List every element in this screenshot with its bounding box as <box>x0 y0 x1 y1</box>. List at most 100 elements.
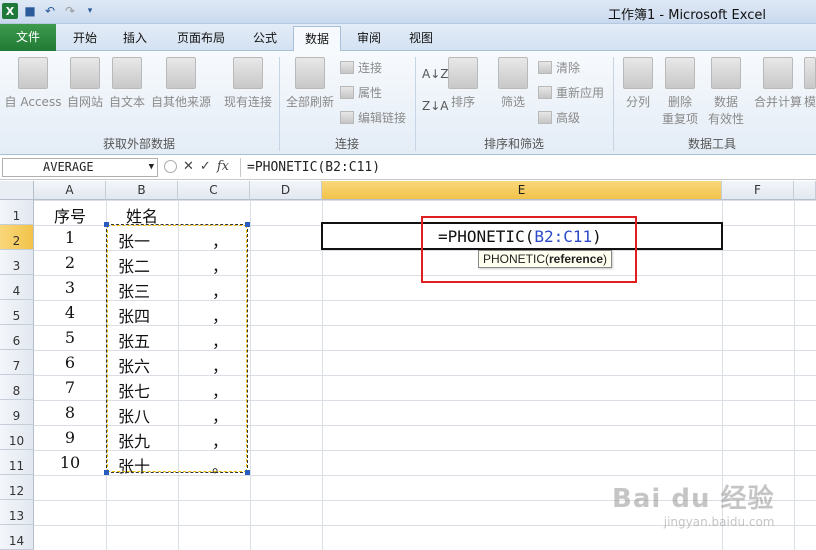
web-icon <box>70 57 100 89</box>
tab-review[interactable]: 审阅 <box>346 26 392 51</box>
range-handle[interactable] <box>245 222 250 227</box>
properties-button[interactable]: 属性 <box>340 84 382 101</box>
cell-number[interactable]: 9 <box>34 428 106 447</box>
excel-logo-icon[interactable]: X <box>2 3 18 19</box>
what-if-button[interactable]: 模 <box>804 57 816 110</box>
column-header-c[interactable]: C <box>178 181 250 200</box>
column-header-g[interactable] <box>794 181 816 200</box>
clear-icon <box>538 61 552 74</box>
watermark: Bai du 经验 jingyan.baidu.com <box>612 484 775 529</box>
other-sources-icon <box>166 57 196 89</box>
row-header[interactable]: 14 <box>0 525 34 550</box>
text-to-columns-button[interactable]: 分列 <box>618 57 658 110</box>
enter-icon[interactable]: ✓ <box>200 159 211 174</box>
column-header-f[interactable]: F <box>722 181 794 200</box>
redo-icon[interactable]: ↷ <box>62 3 78 19</box>
cell-number[interactable]: 3 <box>34 278 106 297</box>
what-if-icon <box>804 57 816 89</box>
cell-number[interactable]: 10 <box>34 453 106 472</box>
reapply-icon <box>538 86 552 99</box>
refresh-icon <box>295 57 325 89</box>
quick-access-toolbar: X ■ ↶ ↷ ▾ <box>2 3 98 19</box>
from-access-button[interactable]: 自 Access <box>4 57 62 110</box>
filter-button[interactable]: 筛选 <box>496 57 530 110</box>
group-label-get-external-data: 获取外部数据 <box>102 137 175 151</box>
window-title: 工作簿1 - Microsoft Excel <box>608 8 766 23</box>
cell-number[interactable]: 8 <box>34 403 106 422</box>
tab-home[interactable]: 开始 <box>62 26 108 51</box>
range-handle[interactable] <box>245 470 250 475</box>
row-header[interactable]: 3 <box>0 250 34 275</box>
undo-icon[interactable]: ↶ <box>42 3 58 19</box>
group-label-data-tools: 数据工具 <box>687 137 736 151</box>
sort-icon <box>448 57 478 89</box>
remove-duplicates-button[interactable]: 删除 重复项 <box>658 57 702 127</box>
tab-insert[interactable]: 插入 <box>112 26 158 51</box>
clear-button[interactable]: 清除 <box>538 59 580 76</box>
row-header[interactable]: 1 <box>0 200 34 225</box>
column-header-e[interactable]: E <box>322 181 722 200</box>
name-box-dropdown-icon[interactable]: ▼ <box>149 159 154 176</box>
from-other-sources-button[interactable]: 自其他来源 <box>148 57 214 110</box>
tab-page-layout[interactable]: 页面布局 <box>166 26 236 51</box>
cell-a1-header[interactable]: 序号 <box>34 203 106 227</box>
formula-bar: AVERAGE ▼ ✕ ✓ fx =PHONETIC(B2:C11) <box>0 156 816 180</box>
tab-formulas[interactable]: 公式 <box>242 26 288 51</box>
sort-button[interactable]: 排序 <box>446 57 480 110</box>
tab-file[interactable]: 文件 <box>0 24 56 51</box>
save-icon[interactable]: ■ <box>22 3 38 19</box>
row-header[interactable]: 13 <box>0 500 34 525</box>
column-header-b[interactable]: B <box>106 181 178 200</box>
row-header[interactable]: 6 <box>0 325 34 350</box>
properties-icon <box>340 86 354 99</box>
split-icon <box>623 57 653 89</box>
range-handle[interactable] <box>104 470 109 475</box>
cell-number[interactable]: 4 <box>34 303 106 322</box>
reapply-button[interactable]: 重新应用 <box>538 84 604 101</box>
sort-ascending-button[interactable]: A↓Z <box>422 67 448 81</box>
column-gridline <box>322 200 323 550</box>
connections-button[interactable]: 连接 <box>340 59 382 76</box>
existing-connections-button[interactable]: 现有连接 <box>220 57 276 110</box>
row-header[interactable]: 11 <box>0 450 34 475</box>
formula-input[interactable]: =PHONETIC(B2:C11) <box>240 158 814 177</box>
column-header-d[interactable]: D <box>250 181 322 200</box>
cell-number[interactable]: 5 <box>34 328 106 347</box>
row-header[interactable]: 12 <box>0 475 34 500</box>
row-header[interactable]: 10 <box>0 425 34 450</box>
worksheet-grid: A B C D E F 1 2 3 4 5 6 7 8 9 10 11 12 13 14 序号 姓名 1 张一，… <box>0 181 816 550</box>
edit-links-button[interactable]: 编辑链接 <box>340 109 406 126</box>
row-header[interactable]: 8 <box>0 375 34 400</box>
tab-view[interactable]: 视图 <box>398 26 444 51</box>
column-gridline <box>250 200 251 550</box>
data-validation-icon <box>711 57 741 89</box>
tab-data[interactable]: 数据 <box>293 26 341 52</box>
cell-number[interactable]: 1 <box>34 228 106 247</box>
sort-descending-button[interactable]: Z↓A <box>422 99 448 113</box>
from-text-button[interactable]: 自文本 <box>106 57 148 110</box>
access-icon <box>18 57 48 89</box>
insert-function-icon[interactable]: fx <box>217 159 229 174</box>
row-header[interactable]: 7 <box>0 350 34 375</box>
group-label-connections: 连接 <box>334 137 359 151</box>
row-header[interactable]: 4 <box>0 275 34 300</box>
range-handle[interactable] <box>104 222 109 227</box>
row-header[interactable]: 5 <box>0 300 34 325</box>
row-header[interactable]: 9 <box>0 400 34 425</box>
refresh-all-button[interactable]: 全部刷新 <box>284 57 336 110</box>
row-header[interactable]: 2 <box>0 225 34 250</box>
cell-number[interactable]: 7 <box>34 378 106 397</box>
name-box[interactable]: AVERAGE ▼ <box>2 158 158 177</box>
cell-number[interactable]: 2 <box>34 253 106 272</box>
consolidate-icon <box>763 57 793 89</box>
cancel-icon[interactable]: ✕ <box>183 159 194 174</box>
data-validation-button[interactable]: 数据 有效性 <box>702 57 750 127</box>
column-header-a[interactable]: A <box>34 181 106 200</box>
from-web-button[interactable]: 自网站 <box>64 57 106 110</box>
advanced-button[interactable]: 高级 <box>538 109 580 126</box>
formula-bar-handle-icon[interactable] <box>164 160 177 173</box>
customize-qat-icon[interactable]: ▾ <box>82 3 98 19</box>
consolidate-button[interactable]: 合并计算 <box>752 57 804 110</box>
cell-number[interactable]: 6 <box>34 353 106 372</box>
select-all-corner[interactable] <box>0 181 34 200</box>
